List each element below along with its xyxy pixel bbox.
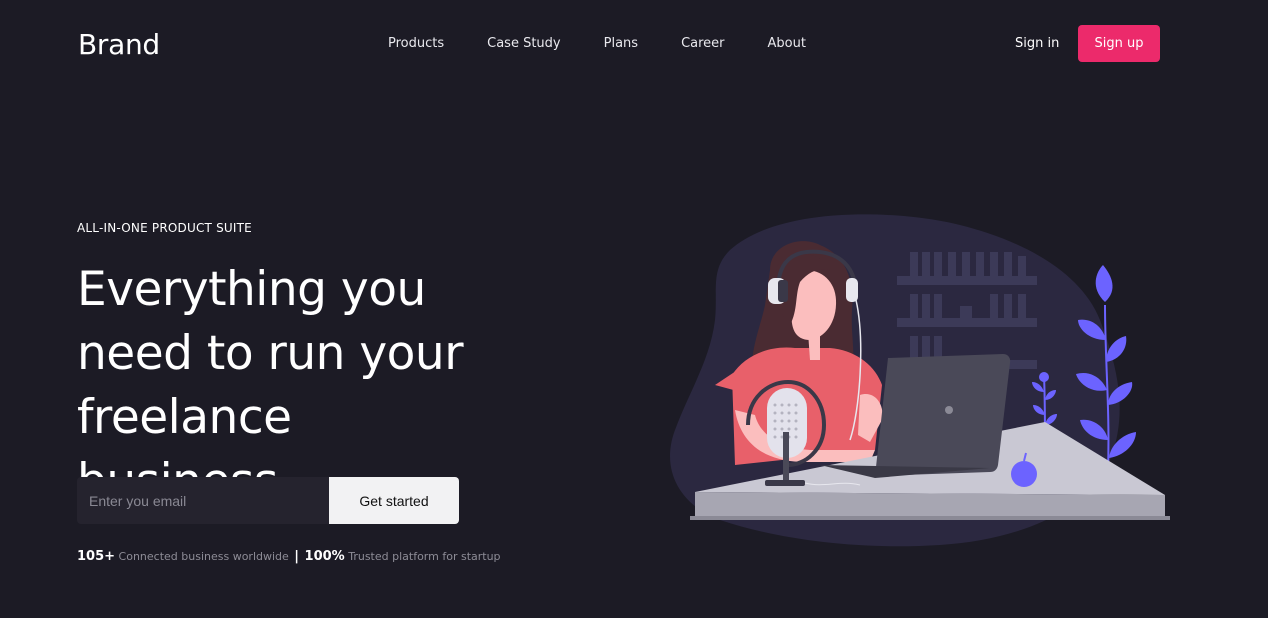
headline-line-1: Everything you [77, 262, 426, 317]
laptop [875, 354, 1011, 476]
laptop-logo [945, 406, 953, 414]
stat-separator: | [294, 549, 300, 564]
main-nav: Products Case Study Plans Career About [388, 36, 849, 51]
stat-businesses-label: Connected business worldwide [118, 550, 289, 563]
nav-products[interactable]: Products [388, 36, 444, 51]
podcaster-illustration [670, 214, 1170, 547]
email-signup-form: Get started [77, 477, 459, 524]
headline-line-2: need to run your [77, 326, 464, 381]
nav-about[interactable]: About [768, 36, 806, 51]
stat-trusted-label: Trusted platform for startup [348, 550, 501, 563]
apple-icon [1011, 461, 1037, 487]
nav-plans[interactable]: Plans [604, 36, 638, 51]
hero-stats: 105+ Connected business worldwide | 100%… [77, 549, 501, 564]
brand-logo[interactable]: Brand [78, 28, 160, 61]
stat-businesses-value: 105+ [77, 549, 116, 564]
stat-trusted-value: 100% [304, 549, 345, 564]
email-input[interactable] [77, 477, 329, 524]
get-started-button[interactable]: Get started [329, 477, 459, 524]
nav-case-study[interactable]: Case Study [487, 36, 560, 51]
nav-career[interactable]: Career [681, 36, 724, 51]
sign-in-link[interactable]: Sign in [1015, 36, 1059, 51]
hero-headline: Everything you need to run your freelanc… [77, 258, 497, 514]
hero-eyebrow: ALL-IN-ONE PRODUCT SUITE [77, 221, 252, 235]
sign-up-button[interactable]: Sign up [1078, 25, 1160, 62]
